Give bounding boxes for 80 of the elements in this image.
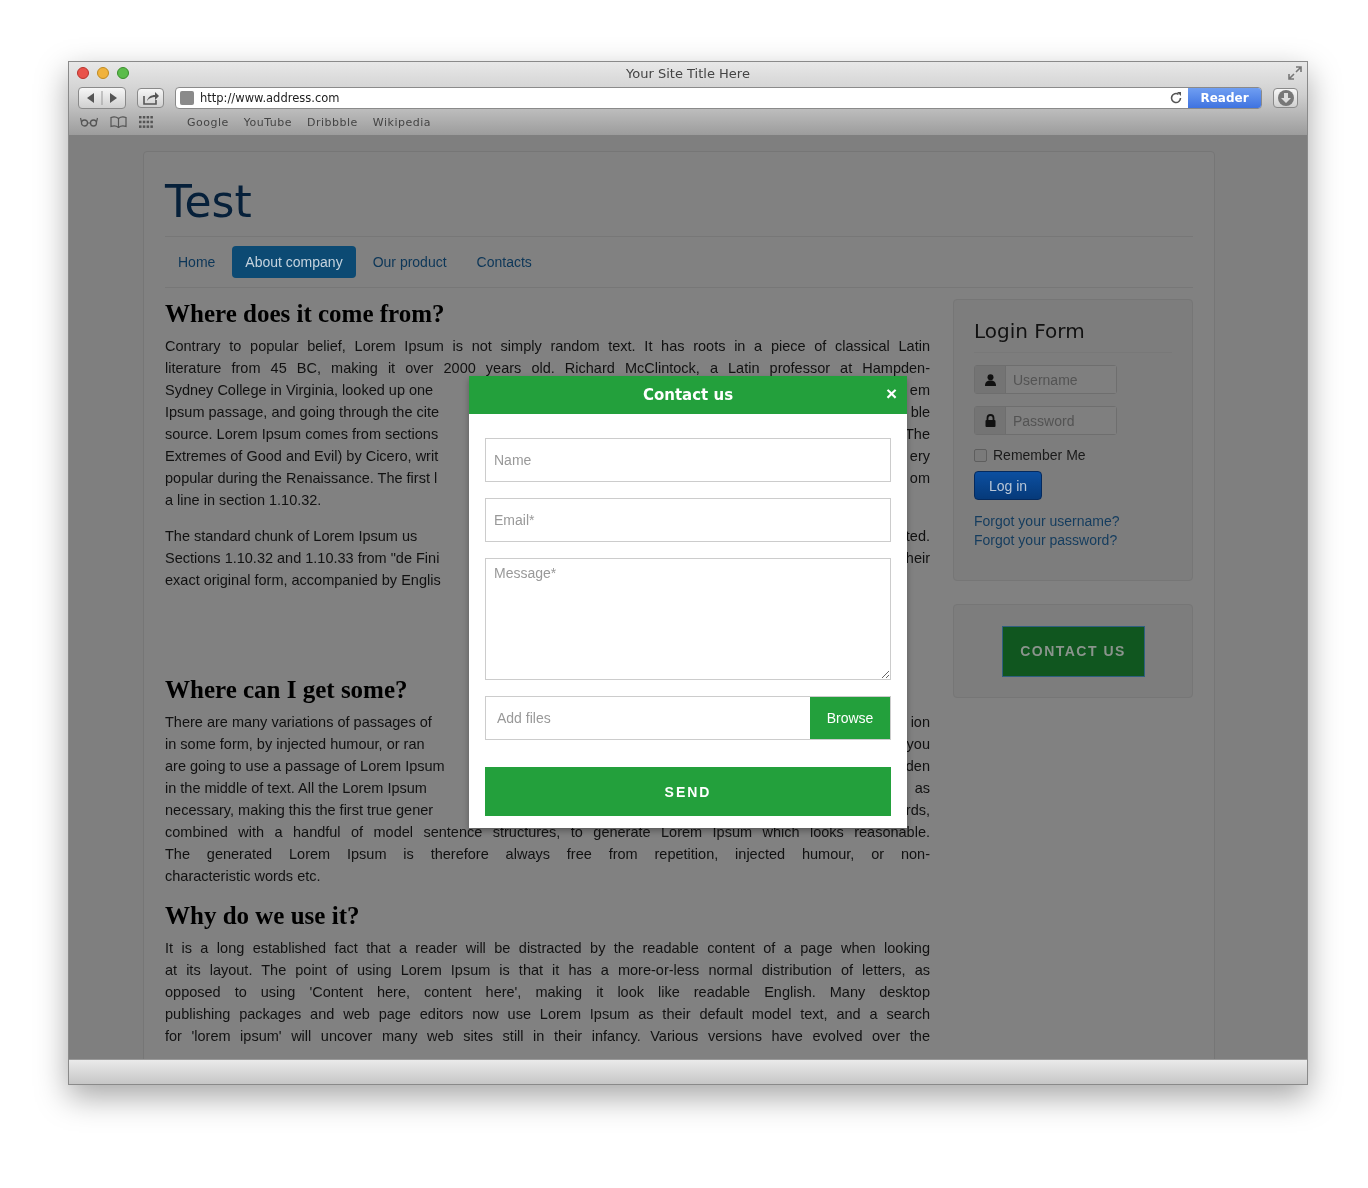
text-fragment: you <box>906 735 930 754</box>
text-fragment: Sydney College in Virginia, looked up one <box>165 381 434 400</box>
text-fragment: The <box>905 425 930 444</box>
downloads-button[interactable] <box>1273 88 1298 108</box>
message-field[interactable]: Message* <box>485 558 891 680</box>
text-line: at its layout. The point of using Lorem Ipsum is that it has a more-or-less normal distribution of letters, as <box>165 961 930 980</box>
bookmark-link[interactable]: Dribbble <box>307 115 358 129</box>
text-line: The generated Lorem Ipsum is therefore always free from repetition, injected humour, or non- <box>165 845 930 864</box>
user-icon <box>984 373 996 386</box>
address-bar[interactable]: http://www.address.com Reader <box>175 87 1262 109</box>
share-button[interactable] <box>137 88 164 108</box>
site-title: Test <box>165 176 1193 237</box>
bookmark-link[interactable]: Google <box>187 115 229 129</box>
text-line: a line in section 1.10.32. <box>165 492 322 508</box>
add-files-field[interactable]: Add files Browse <box>485 696 891 740</box>
text-fragment: rds, <box>905 801 930 820</box>
glasses-icon[interactable] <box>80 117 98 127</box>
bookmark-link[interactable]: YouTube <box>243 115 293 129</box>
grid-icon[interactable] <box>139 116 153 128</box>
text-fragment: heir <box>905 549 930 568</box>
close-window-button[interactable] <box>77 67 89 79</box>
text-fragment: Sections 1.10.32 and 1.10.33 from "de Fini <box>165 549 440 568</box>
forgot-link[interactable]: Forgot your username? <box>974 512 1172 531</box>
text-fragment: ted. <box>905 527 930 546</box>
forgot-link[interactable]: Forgot your password? <box>974 531 1172 550</box>
section-heading: Why do we use it? <box>165 901 360 931</box>
text-fragment: Ipsum passage, and going through the cite <box>165 403 440 422</box>
name-field[interactable]: Name <box>485 438 891 482</box>
section-heading: Where can I get some? <box>165 675 408 705</box>
login-title: Login Form <box>974 319 1172 353</box>
text-fragment: popular during the Renaissance. The first l <box>165 469 438 488</box>
text-fragment: ery <box>909 447 930 466</box>
window-title: Your Site Title Here <box>626 66 750 81</box>
lock-icon <box>984 414 996 427</box>
remember-label: Remember Me <box>993 447 1086 463</box>
text-fragment: ble <box>910 403 930 422</box>
text-fragment: em <box>909 381 930 400</box>
text-fragment: in the middle of text. All the Lorem Ipsum <box>165 779 427 798</box>
zoom-window-button[interactable] <box>117 67 129 79</box>
nav-tab[interactable]: About company <box>232 246 356 278</box>
reader-button[interactable]: Reader <box>1188 88 1261 108</box>
nav-tab[interactable]: Our product <box>359 246 460 278</box>
text-line: exact original form, accompanied by Englis <box>165 572 441 588</box>
nav-tab[interactable]: Contacts <box>463 246 545 278</box>
remember-checkbox[interactable] <box>974 448 987 462</box>
text-fragment: in some form, by injected humour, or ran <box>165 735 425 754</box>
text-fragment: are going to use a passage of Lorem Ipsum <box>165 757 445 776</box>
text-fragment: The standard chunk of Lorem Ipsum us <box>165 527 418 546</box>
text-fragment: There are many variations of passages of <box>165 713 432 732</box>
fullscreen-icon[interactable] <box>1288 66 1302 80</box>
text-fragment: necessary, making this the first true gener <box>165 801 434 820</box>
text-fragment: as <box>914 779 930 798</box>
text-line: for 'lorem ipsum' will uncover many web sites still in their infancy. Various versions have evolved over the <box>165 1027 930 1046</box>
browse-button[interactable]: Browse <box>810 697 890 739</box>
text-fragment: ion <box>910 713 930 732</box>
text-line: opposed to using 'Content here, content here', making it look like readable English. Many desktop <box>165 983 930 1002</box>
text-line: publishing packages and web page editors now use Lorem Ipsum as their default model text, and a search <box>165 1005 930 1024</box>
text-fragment: source. Lorem Ipsum comes from sections <box>165 425 439 444</box>
login-button[interactable]: Log in <box>974 471 1043 500</box>
text-line: It is a long established fact that a reader will be distracted by the readable content of a page when looking <box>165 939 930 958</box>
dialog-title: Contact us <box>642 386 734 404</box>
back-forward-buttons[interactable] <box>78 87 126 109</box>
text-line: characteristic words etc. <box>165 868 321 884</box>
text-fragment: om <box>909 469 930 488</box>
text-line: combined with a handful of model sentence structures, to generate Lorem Ipsum which looks reasonable. <box>165 823 930 842</box>
minimize-window-button[interactable] <box>97 67 109 79</box>
email-field[interactable]: Email* <box>485 498 891 542</box>
nav-tab[interactable]: Home <box>165 246 229 278</box>
text-line: literature from 45 BC, making it over 2000 years old. Richard McClintock, a Latin professor at Hampden- <box>165 359 930 378</box>
book-icon[interactable] <box>110 116 127 128</box>
section-heading: Where does it come from? <box>165 299 445 329</box>
text-line: Contrary to popular belief, Lorem Ipsum is not simply random text. It has roots in a piece of classical Latin <box>165 337 930 356</box>
text-fragment: den <box>905 757 930 776</box>
send-button[interactable]: SEND <box>485 767 891 816</box>
bookmark-link[interactable]: Wikipedia <box>372 115 431 129</box>
text-fragment: Extremes of Good and Evil) by Cicero, writ <box>165 447 439 466</box>
close-button[interactable]: × <box>885 384 897 404</box>
contact-us-button[interactable]: CONTACT US <box>1001 625 1145 677</box>
favicon-icon <box>180 91 194 105</box>
reload-icon[interactable] <box>1169 91 1183 105</box>
